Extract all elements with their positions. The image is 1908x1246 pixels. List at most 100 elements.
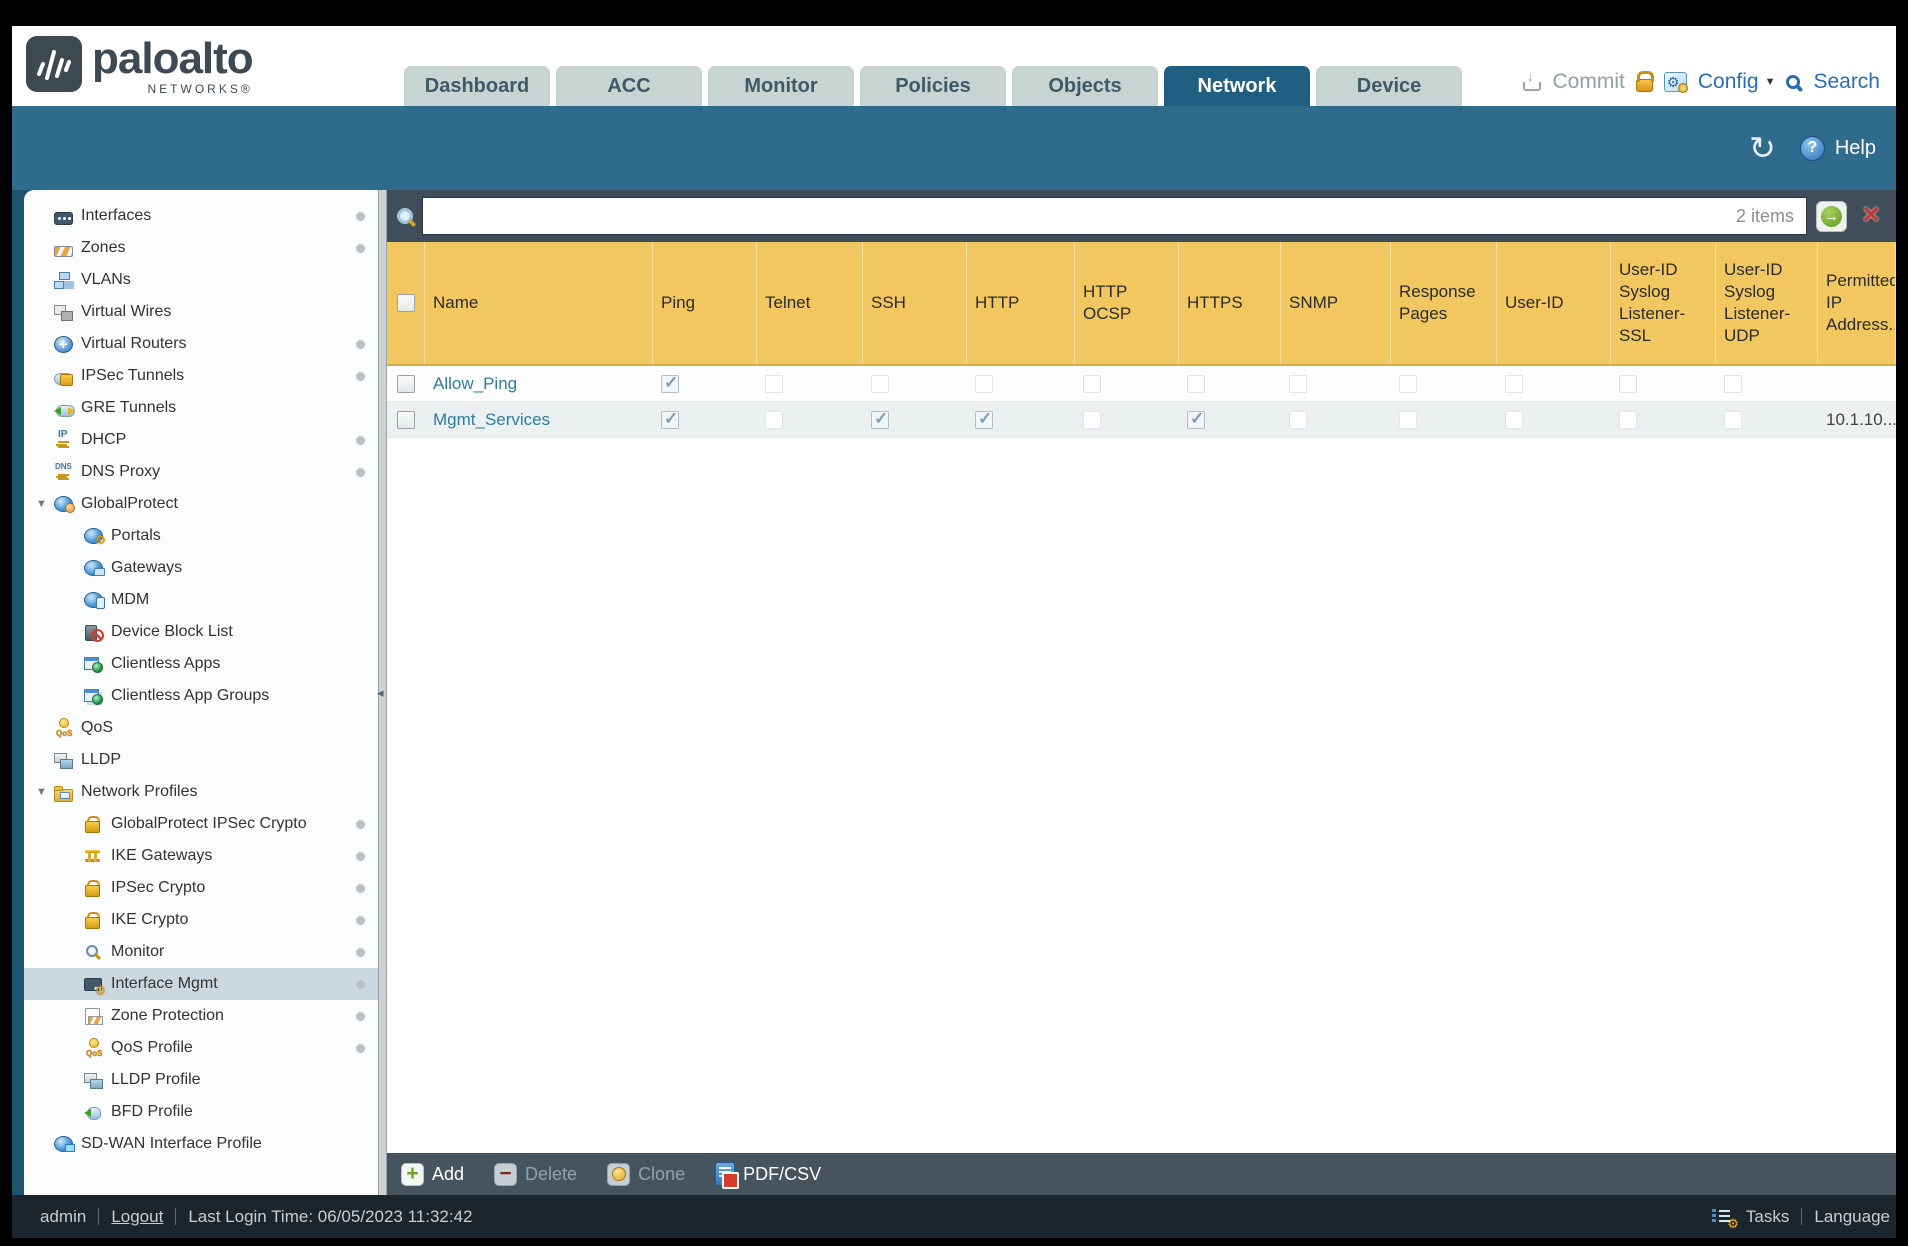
column-header-snmp[interactable]: SNMP <box>1281 242 1391 364</box>
item-options-dot[interactable] <box>356 883 365 893</box>
search-button[interactable]: Search <box>1813 70 1880 94</box>
refresh-icon[interactable]: ↻ <box>1749 132 1776 164</box>
sidebar-item-ipsec-tunnels[interactable]: IPSec Tunnels <box>24 360 378 392</box>
item-options-dot[interactable] <box>356 979 365 989</box>
item-options-dot[interactable] <box>356 467 365 477</box>
clear-filter-button[interactable]: × <box>1856 199 1886 232</box>
response_pages-checkbox[interactable] <box>1399 374 1417 393</box>
sidebar-item-clientless-apps[interactable]: Clientless Apps <box>24 648 378 680</box>
column-header-user-id[interactable]: User-ID <box>1497 242 1611 364</box>
sidebar-item-bfd-profile[interactable]: BFD Profile <box>24 1096 378 1128</box>
item-options-dot[interactable] <box>356 1011 365 1021</box>
add-button[interactable]: + Add <box>401 1162 464 1186</box>
sidebar-item-virtual-wires[interactable]: Virtual Wires <box>24 296 378 328</box>
help-icon[interactable]: ? <box>1799 135 1825 161</box>
sidebar-item-qos[interactable]: QoS <box>24 712 378 744</box>
sidebar-item-ipsec-crypto[interactable]: IPSec Crypto <box>24 872 378 904</box>
expand-collapse-icon[interactable]: ▼ <box>36 498 47 510</box>
uid_syslog_udp-checkbox[interactable] <box>1724 410 1742 429</box>
column-header-user-id-syslog-listener-ssl[interactable]: User-ID Syslog Listener-SSL <box>1611 242 1716 364</box>
sidebar-item-virtual-routers[interactable]: Virtual Routers <box>24 328 378 360</box>
snmp-checkbox[interactable] <box>1289 410 1307 429</box>
item-options-dot[interactable] <box>356 915 365 925</box>
tab-objects[interactable]: Objects <box>1012 66 1158 106</box>
user_id-checkbox[interactable] <box>1505 410 1523 429</box>
clone-button[interactable]: Clone <box>607 1162 685 1186</box>
item-options-dot[interactable] <box>356 1043 365 1053</box>
sidebar-splitter[interactable] <box>378 190 387 1195</box>
sidebar-item-lldp[interactable]: LLDP <box>24 744 378 776</box>
column-header-https[interactable]: HTTPS <box>1179 242 1281 364</box>
sidebar-item-gre-tunnels[interactable]: GRE Tunnels <box>24 392 378 424</box>
uid_syslog_udp-checkbox[interactable] <box>1724 374 1742 393</box>
uid_syslog_ssl-checkbox[interactable] <box>1619 374 1637 393</box>
tab-monitor[interactable]: Monitor <box>708 66 854 106</box>
sidebar-item-sd-wan-interface-profile[interactable]: SD-WAN Interface Profile <box>24 1128 378 1160</box>
item-options-dot[interactable] <box>356 435 365 445</box>
sidebar-item-dhcp[interactable]: DHCP <box>24 424 378 456</box>
https-checkbox[interactable] <box>1187 409 1205 429</box>
ssh-checkbox[interactable] <box>871 374 889 393</box>
https-checkbox[interactable] <box>1187 374 1205 393</box>
column-header-ping[interactable]: Ping <box>653 242 757 364</box>
sidebar-item-portals[interactable]: Portals <box>24 520 378 552</box>
commit-button[interactable]: Commit <box>1553 70 1625 94</box>
sidebar-item-ike-crypto[interactable]: IKE Crypto <box>24 904 378 936</box>
item-options-dot[interactable] <box>356 819 365 829</box>
sidebar-item-globalprotect-ipsec-crypto[interactable]: GlobalProtect IPSec Crypto <box>24 808 378 840</box>
row-name-link[interactable]: Allow_Ping <box>433 374 517 394</box>
column-header-http[interactable]: HTTP <box>967 242 1075 364</box>
sidebar-item-zone-protection[interactable]: Zone Protection <box>24 1000 378 1032</box>
column-header-http-ocsp[interactable]: HTTP OCSP <box>1075 242 1179 364</box>
sidebar-item-dns-proxy[interactable]: DNS Proxy <box>24 456 378 488</box>
column-header-name[interactable]: Name <box>425 242 653 364</box>
http-checkbox[interactable] <box>975 374 993 393</box>
item-options-dot[interactable] <box>356 211 365 221</box>
sidebar-item-network-profiles[interactable]: ▼ Network Profiles <box>24 776 378 808</box>
ssh-checkbox[interactable] <box>871 409 889 429</box>
item-options-dot[interactable] <box>356 947 365 957</box>
chevron-down-icon[interactable]: ▼ <box>1765 76 1776 88</box>
http-checkbox[interactable] <box>975 409 993 429</box>
row-select-checkbox[interactable] <box>397 374 415 393</box>
sidebar-item-device-block-list[interactable]: Device Block List <box>24 616 378 648</box>
expand-collapse-icon[interactable]: ▼ <box>36 786 47 798</box>
language-button[interactable]: Language <box>1814 1207 1890 1227</box>
sidebar-item-zones[interactable]: Zones <box>24 232 378 264</box>
column-header-ssh[interactable]: SSH <box>863 242 967 364</box>
sidebar-item-clientless-app-groups[interactable]: Clientless App Groups <box>24 680 378 712</box>
tab-dashboard[interactable]: Dashboard <box>404 66 550 106</box>
tab-network[interactable]: Network <box>1164 66 1310 106</box>
sidebar-item-lldp-profile[interactable]: LLDP Profile <box>24 1064 378 1096</box>
sidebar-item-interface-mgmt[interactable]: Interface Mgmt <box>24 968 378 1000</box>
ping-checkbox[interactable] <box>661 409 679 429</box>
config-menu[interactable]: Config <box>1698 70 1759 94</box>
apply-filter-button[interactable]: → <box>1816 200 1847 232</box>
user_id-checkbox[interactable] <box>1505 374 1523 393</box>
tab-acc[interactable]: ACC <box>556 66 702 106</box>
sidebar-item-ike-gateways[interactable]: IKE Gateways <box>24 840 378 872</box>
item-options-dot[interactable] <box>356 371 365 381</box>
row-select-checkbox[interactable] <box>397 410 415 429</box>
response_pages-checkbox[interactable] <box>1399 410 1417 429</box>
telnet-checkbox[interactable] <box>765 374 783 393</box>
ping-checkbox[interactable] <box>661 373 679 393</box>
tab-device[interactable]: Device <box>1316 66 1462 106</box>
help-button[interactable]: Help <box>1835 137 1876 160</box>
row-name-link[interactable]: Mgmt_Services <box>433 410 550 430</box>
item-options-dot[interactable] <box>356 339 365 349</box>
sidebar-item-monitor[interactable]: Monitor <box>24 936 378 968</box>
tasks-button[interactable]: Tasks <box>1746 1207 1789 1227</box>
sidebar-item-vlans[interactable]: VLANs <box>24 264 378 296</box>
select-all-checkbox[interactable] <box>396 294 415 312</box>
column-header-select[interactable] <box>387 242 425 364</box>
delete-button[interactable]: − Delete <box>494 1162 577 1186</box>
sidebar-item-qos-profile[interactable]: QoS Profile <box>24 1032 378 1064</box>
column-header-telnet[interactable]: Telnet <box>757 242 863 364</box>
snmp-checkbox[interactable] <box>1289 374 1307 393</box>
uid_syslog_ssl-checkbox[interactable] <box>1619 410 1637 429</box>
sidebar-item-globalprotect[interactable]: ▼ GlobalProtect <box>24 488 378 520</box>
filter-input[interactable] <box>423 198 1736 234</box>
tab-policies[interactable]: Policies <box>860 66 1006 106</box>
telnet-checkbox[interactable] <box>765 410 783 429</box>
